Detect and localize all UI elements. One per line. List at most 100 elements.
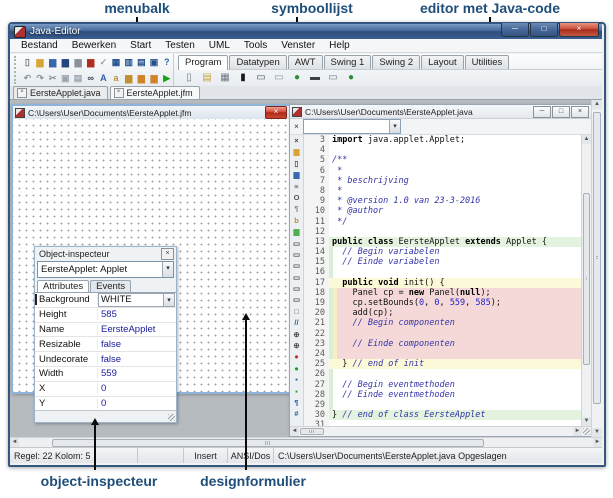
- strip-icon-16[interactable]: //: [290, 317, 303, 328]
- strip-icon-13[interactable]: ▭: [290, 283, 303, 294]
- toolbar-console-window-icon[interactable]: ▤: [136, 57, 147, 68]
- inspector-close-button[interactable]: ×: [161, 248, 174, 260]
- chevron-down-icon[interactable]: ▾: [163, 294, 174, 306]
- scroll-up-icon[interactable]: ▲: [592, 100, 602, 109]
- toolbar-upload-icon[interactable]: ▆: [149, 73, 160, 84]
- code-line-25[interactable]: 25 } // end of init: [304, 359, 581, 369]
- toolbar-jar-icon[interactable]: ▆: [123, 73, 134, 84]
- toolbar-run-icon[interactable]: ▶: [161, 73, 172, 84]
- palette-tab-datatypen[interactable]: Datatypen: [229, 55, 286, 69]
- inspector-titlebar[interactable]: Object-inspecteur ×: [35, 247, 176, 260]
- strip-icon-10[interactable]: ▭: [290, 249, 303, 260]
- property-row-y[interactable]: Y0: [35, 397, 176, 410]
- toolbar-open-file-icon[interactable]: ▆: [35, 57, 46, 68]
- code-line-19[interactable]: 19 cp.setBounds(0, 0, 559, 585);: [304, 298, 581, 308]
- code-line-7[interactable]: 7 * beschrijving: [304, 176, 581, 186]
- property-row-undecorate[interactable]: Undecoratefalse: [35, 352, 176, 367]
- palette-tab-program[interactable]: Program: [178, 55, 228, 70]
- editor-close-button[interactable]: ×: [571, 106, 589, 118]
- toolbar-undo-icon[interactable]: ↶: [22, 73, 33, 84]
- code-line-11[interactable]: 11 */: [304, 217, 581, 227]
- code-line-16[interactable]: 16: [304, 267, 581, 277]
- strip-icon-5[interactable]: O: [290, 192, 303, 203]
- strip-icon-3[interactable]: ▆: [290, 169, 303, 180]
- toolbar-grip[interactable]: [14, 56, 19, 84]
- code-line-12[interactable]: 12: [304, 227, 581, 237]
- editor-tab-eersteapplet.java[interactable]: ×EersteApplet.java: [13, 86, 108, 99]
- strip-icon-1[interactable]: ▆: [290, 146, 303, 157]
- strip-icon-8[interactable]: ▆: [290, 226, 303, 237]
- toolbar-deploy-icon[interactable]: ▆: [136, 73, 147, 84]
- code-line-6[interactable]: 6 *: [304, 166, 581, 176]
- strip-icon-6[interactable]: ¶: [290, 203, 303, 214]
- strip-icon-21[interactable]: ▪: [290, 374, 303, 385]
- palette-dialog-icon[interactable]: ▭: [273, 72, 285, 84]
- inspector-object-selector[interactable]: EersteApplet: Applet ▾: [37, 261, 174, 278]
- toolbar-compile-icon[interactable]: ▆: [85, 57, 96, 68]
- code-line-30[interactable]: 30} // end of class EersteApplet: [304, 410, 581, 420]
- palette-console-icon[interactable]: ▮: [237, 72, 249, 84]
- menu-item-tools[interactable]: Tools: [237, 40, 274, 51]
- toolbar-cut-icon[interactable]: ✂: [47, 73, 58, 84]
- code-line-24[interactable]: 24: [304, 349, 581, 359]
- property-row-width[interactable]: Width559: [35, 367, 176, 382]
- palette-tab-swing-2[interactable]: Swing 2: [372, 55, 420, 69]
- palette-tab-layout[interactable]: Layout: [421, 55, 464, 69]
- code-line-10[interactable]: 10 * @author: [304, 206, 581, 216]
- inspector-tab-events[interactable]: Events: [90, 280, 131, 292]
- strip-icon-18[interactable]: ⊕: [290, 340, 303, 351]
- editor-tab-eersteapplet.jfm[interactable]: ×EersteApplet.jfm: [110, 86, 200, 99]
- inspector-tab-attributes[interactable]: Attributes: [37, 280, 89, 292]
- scroll-down-icon[interactable]: ▼: [592, 428, 602, 437]
- strip-icon-7[interactable]: b: [290, 215, 303, 226]
- toolbar-new-file-icon[interactable]: ▯: [22, 57, 33, 68]
- code-line-18[interactable]: 18 Panel cp = new Panel(null);: [304, 288, 581, 298]
- toolbar-check-icon[interactable]: ✓: [98, 57, 109, 68]
- palette-frame-icon[interactable]: ▭: [255, 72, 267, 84]
- design-form-close-button[interactable]: ×: [265, 106, 287, 119]
- strip-icon-11[interactable]: ▭: [290, 260, 303, 271]
- menu-item-bestand[interactable]: Bestand: [14, 40, 65, 51]
- code-line-15[interactable]: 15 // Einde variabelen: [304, 257, 581, 267]
- code-line-13[interactable]: 13public class EersteApplet extends Appl…: [304, 237, 581, 247]
- palette-tab-awt[interactable]: AWT: [288, 55, 323, 69]
- method-selector[interactable]: ▾: [303, 119, 401, 134]
- code-pane[interactable]: 3import java.applet.Applet;45/**6 *7 * b…: [304, 135, 581, 426]
- code-line-5[interactable]: 5/**: [304, 155, 581, 165]
- editor-minimize-button[interactable]: ─: [533, 106, 551, 118]
- menu-item-bewerken[interactable]: Bewerken: [65, 40, 123, 51]
- design-form-titlebar[interactable]: C:\Users\User\Documents\EersteApplet.jfm…: [13, 106, 289, 120]
- palette-tab-swing-1[interactable]: Swing 1: [324, 55, 372, 69]
- palette-program-icon[interactable]: ▯: [183, 72, 195, 84]
- code-line-21[interactable]: 21 // Begin componenten: [304, 318, 581, 328]
- toolbar-print-icon[interactable]: ▆: [73, 57, 84, 68]
- code-line-17[interactable]: 17 public void init() {: [304, 278, 581, 288]
- tab-close-icon[interactable]: ×: [17, 88, 27, 98]
- code-line-22[interactable]: 22: [304, 329, 581, 339]
- code-line-23[interactable]: 23 // Einde componenten: [304, 339, 581, 349]
- toolbar-copy-icon[interactable]: ▣: [60, 73, 71, 84]
- palette-tab-utilities[interactable]: Utilities: [465, 55, 510, 69]
- property-row-background[interactable]: BackgroundWHITE▾: [35, 293, 176, 308]
- code-line-9[interactable]: 9 * @version 1.0 van 23-3-2016: [304, 196, 581, 206]
- minimize-button[interactable]: ─: [501, 23, 529, 37]
- tab-close-icon[interactable]: ×: [114, 88, 124, 98]
- scroll-left-icon[interactable]: ◄: [290, 427, 299, 436]
- code-line-8[interactable]: 8 *: [304, 186, 581, 196]
- toolbar-paste-icon[interactable]: ▤: [73, 73, 84, 84]
- code-line-4[interactable]: 4: [304, 145, 581, 155]
- strip-icon-24[interactable]: #: [290, 408, 303, 419]
- toolbar-structogram-icon[interactable]: ▦: [111, 57, 122, 68]
- menu-item-start[interactable]: Start: [123, 40, 158, 51]
- code-line-28[interactable]: 28 // Einde eventmethoden: [304, 390, 581, 400]
- strip-icon-15[interactable]: □: [290, 306, 303, 317]
- scroll-up-icon[interactable]: ▲: [582, 135, 591, 144]
- menu-item-uml[interactable]: UML: [202, 40, 237, 51]
- strip-icon-14[interactable]: ▭: [290, 294, 303, 305]
- strip-icon-9[interactable]: ▭: [290, 238, 303, 249]
- palette-main-class-icon[interactable]: ▤: [201, 72, 213, 84]
- editor-maximize-button[interactable]: □: [552, 106, 570, 118]
- palette-jdialog-icon[interactable]: ▭: [327, 72, 339, 84]
- toolbar-uml-diagram-icon[interactable]: ▥: [123, 57, 134, 68]
- palette-jframe-icon[interactable]: ▬: [309, 72, 321, 84]
